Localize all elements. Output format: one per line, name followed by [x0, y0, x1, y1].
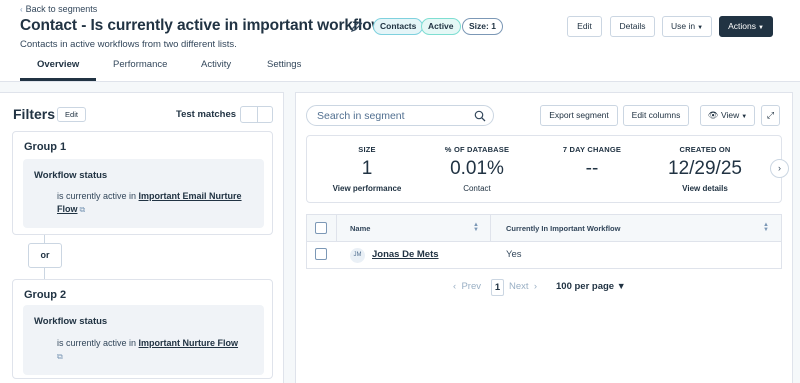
sort-icon[interactable]: ▲ ▼	[763, 222, 769, 233]
size-badge: Size: 1	[462, 18, 503, 35]
stat-value: 1	[361, 158, 373, 179]
search-placeholder: Search in segment	[317, 110, 405, 122]
filter-group-1: Group 1 Workflow status is currently act…	[12, 131, 273, 235]
prev-page-button[interactable]: ‹ Prev	[453, 281, 481, 292]
stat-value: 12/29/25	[668, 158, 742, 179]
details-button[interactable]: Details	[610, 16, 655, 37]
table-row: JM Jonas De Mets Yes	[307, 242, 781, 268]
object-type-badge: Contacts	[373, 18, 424, 35]
segment-description: Contacts in active workflows from two di…	[20, 39, 237, 50]
or-divider: or	[28, 243, 62, 268]
prev-label: Prev	[461, 281, 481, 292]
filter-group-2: Group 2 Workflow status is currently act…	[12, 279, 273, 379]
use-in-label: Use in	[670, 21, 696, 31]
edit-button[interactable]: Edit	[567, 16, 602, 37]
criteria-property: Workflow status	[34, 170, 108, 181]
edit-columns-button[interactable]: Edit columns	[623, 105, 689, 126]
record-name-link[interactable]: Jonas De Mets	[372, 249, 439, 260]
segment-stats-card: SIZE 1 View performance % OF DATABASE 0.…	[306, 135, 782, 203]
filter-criteria[interactable]: Workflow status is currently active in I…	[23, 305, 264, 375]
external-link-icon[interactable]: ⧉	[80, 205, 86, 214]
page-title: Contact - Is currently active in importa…	[20, 17, 384, 34]
current-page[interactable]: 1	[491, 279, 504, 296]
select-all-checkbox[interactable]	[315, 222, 327, 234]
chevron-left-icon: ‹	[20, 5, 23, 14]
filter-criteria[interactable]: Workflow status is currently active in I…	[23, 159, 264, 228]
column-header-workflow[interactable]: Currently In Important Workflow	[506, 224, 620, 233]
column-divider	[490, 215, 491, 242]
edit-filters-button[interactable]: Edit	[57, 107, 86, 122]
group-title: Group 1	[24, 141, 67, 153]
criteria-description: is currently active in Important Nurture…	[57, 337, 257, 363]
workflow-status-cell: Yes	[506, 249, 522, 260]
test-matches-label: Test matches	[176, 109, 237, 120]
stat-value: --	[585, 158, 599, 179]
workflow-link[interactable]: Important Nurture Flow	[139, 338, 239, 348]
actions-label: Actions	[728, 21, 756, 31]
eye-icon: 👁︎	[707, 110, 719, 120]
tab-performance[interactable]: Performance	[113, 59, 167, 70]
stat-label: 7 DAY CHANGE	[562, 145, 622, 154]
filters-panel: Filters Edit Test matches Group 1 Workfl…	[0, 92, 284, 383]
back-link[interactable]: ‹ Back to segments	[20, 4, 97, 14]
tab-overview[interactable]: Overview	[37, 59, 79, 70]
tab-settings[interactable]: Settings	[267, 59, 301, 70]
segment-header: ‹ Back to segments Contact - Is currently…	[0, 0, 800, 82]
status-badge: Active	[421, 18, 461, 35]
expand-icon[interactable]: ⤢	[761, 105, 780, 126]
per-page-dropdown[interactable]: 100 per page ▼	[556, 281, 626, 292]
stat-label: % OF DATABASE	[444, 145, 510, 154]
stats-next-button[interactable]: ›	[770, 159, 789, 178]
stat-label: SIZE	[358, 145, 376, 154]
group-title: Group 2	[24, 289, 67, 301]
next-page-button[interactable]: Next ›	[509, 281, 537, 292]
caret-down-icon: ▼	[616, 281, 626, 291]
criteria-property: Workflow status	[34, 316, 108, 327]
caret-down-icon: ▼	[741, 114, 748, 120]
view-details-link[interactable]: View details	[645, 184, 765, 193]
group-connector	[44, 235, 45, 243]
stat-caption: Contact	[463, 184, 491, 193]
view-button[interactable]: 👁︎ View ▼	[700, 105, 755, 126]
view-performance-link[interactable]: View performance	[307, 184, 427, 193]
stat-value: 0.01%	[450, 158, 504, 179]
external-link-icon[interactable]: ⧉	[57, 352, 63, 361]
search-icon	[474, 110, 486, 122]
records-panel: Search in segment Export segment Edit co…	[295, 92, 793, 383]
back-link-label: Back to segments	[25, 4, 98, 14]
view-label: View	[720, 110, 740, 120]
column-header-name[interactable]: Name	[350, 224, 370, 233]
tab-activity[interactable]: Activity	[201, 59, 231, 70]
toggle-divider	[257, 107, 258, 122]
next-label: Next	[509, 281, 529, 292]
criteria-description: is currently active in Important Email N…	[57, 190, 257, 216]
row-checkbox[interactable]	[315, 248, 327, 260]
export-segment-button[interactable]: Export segment	[540, 105, 618, 126]
stat-label: CREATED ON	[679, 145, 731, 154]
caret-down-icon: ▼	[697, 25, 704, 31]
group-connector	[44, 268, 45, 279]
column-divider	[336, 215, 337, 242]
criteria-operator: is currently active in	[57, 338, 137, 348]
pencil-icon[interactable]	[350, 19, 364, 33]
search-input[interactable]: Search in segment	[306, 105, 494, 126]
caret-down-icon: ▼	[757, 25, 764, 31]
test-matches-toggle[interactable]	[240, 106, 273, 123]
actions-button[interactable]: Actions ▼	[719, 16, 773, 37]
per-page-label: 100 per page	[556, 281, 615, 292]
criteria-operator: is currently active in	[57, 191, 137, 201]
records-table: Name ▲ ▼ Currently In Important Workflow …	[306, 214, 782, 269]
use-in-button[interactable]: Use in ▼	[662, 16, 712, 37]
table-header: Name ▲ ▼ Currently In Important Workflow …	[307, 215, 781, 242]
avatar: JM	[350, 248, 365, 263]
active-tab-indicator	[20, 78, 96, 81]
filters-title: Filters	[13, 106, 56, 122]
sort-icon[interactable]: ▲ ▼	[473, 222, 479, 233]
